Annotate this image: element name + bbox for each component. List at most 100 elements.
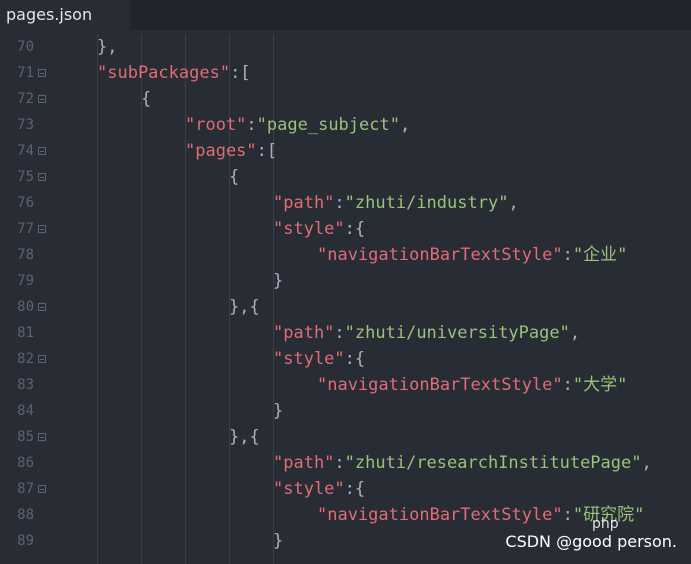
code-text: { bbox=[229, 164, 239, 190]
json-punctuation: } bbox=[273, 531, 284, 551]
json-punctuation: :{ bbox=[344, 219, 366, 239]
fold-toggle-icon[interactable] bbox=[38, 69, 46, 77]
line-number: 88 bbox=[17, 507, 34, 523]
line-number: 87 bbox=[17, 481, 34, 497]
code-line[interactable]: 79} bbox=[0, 268, 691, 294]
line-number: 86 bbox=[17, 455, 34, 471]
json-punctuation: } bbox=[273, 401, 284, 421]
php-watermark: php bbox=[592, 516, 619, 532]
json-punctuation: : bbox=[246, 115, 257, 135]
fold-toggle-icon[interactable] bbox=[38, 147, 46, 155]
line-number: 89 bbox=[17, 533, 34, 549]
json-punctuation: : bbox=[334, 453, 345, 473]
line-number: 74 bbox=[17, 143, 34, 159]
code-text: } bbox=[273, 528, 283, 554]
json-key: "style" bbox=[273, 479, 345, 499]
code-text: }, bbox=[97, 34, 117, 60]
code-text: } bbox=[273, 398, 283, 424]
json-key: "subPackages" bbox=[97, 63, 231, 83]
json-punctuation: },{ bbox=[229, 427, 260, 447]
code-text: },{ bbox=[229, 294, 260, 320]
code-text: "path":"zhuti/industry", bbox=[273, 190, 519, 216]
line-number: 85 bbox=[17, 429, 34, 445]
code-text: "root":"page_subject", bbox=[185, 112, 410, 138]
json-key: "style" bbox=[273, 219, 345, 239]
code-line[interactable]: 76 "path":"zhuti/industry", bbox=[0, 190, 691, 216]
tab-pages-json[interactable]: pages.json bbox=[0, 0, 130, 30]
code-text: "path":"zhuti/universityPage", bbox=[273, 320, 580, 346]
json-key: "path" bbox=[273, 323, 335, 343]
code-line[interactable]: 77 "style":{ bbox=[0, 216, 691, 242]
json-string: "page_subject" bbox=[256, 115, 400, 135]
line-number: 76 bbox=[17, 195, 34, 211]
json-punctuation: { bbox=[229, 167, 240, 187]
code-text: "navigationBarTextStyle":"大学" bbox=[317, 372, 627, 398]
line-number: 73 bbox=[17, 117, 34, 133]
line-number: 71 bbox=[17, 65, 34, 81]
line-number: 78 bbox=[17, 247, 34, 263]
line-number: 77 bbox=[17, 221, 34, 237]
json-punctuation: :{ bbox=[344, 349, 366, 369]
line-number: 70 bbox=[17, 39, 34, 55]
json-punctuation: } bbox=[273, 271, 284, 291]
json-punctuation: : bbox=[334, 193, 345, 213]
code-text: "style":{ bbox=[273, 346, 365, 372]
json-string: "zhuti/industry" bbox=[344, 193, 509, 213]
json-punctuation: :[ bbox=[230, 63, 251, 83]
json-string: "大学" bbox=[572, 375, 628, 395]
code-line[interactable]: 85 },{ bbox=[0, 424, 691, 450]
fold-toggle-icon[interactable] bbox=[38, 95, 46, 103]
line-number: 83 bbox=[17, 377, 34, 393]
code-text: "pages":[ bbox=[185, 138, 277, 164]
json-punctuation: , bbox=[399, 115, 411, 135]
code-line[interactable]: 82 "style":{ bbox=[0, 346, 691, 372]
code-line[interactable]: 78 "navigationBarTextStyle":"企业" bbox=[0, 242, 691, 268]
code-line[interactable]: 72 { bbox=[0, 86, 691, 112]
json-punctuation: }, bbox=[97, 37, 118, 57]
code-line[interactable]: 71 "subPackages":[ bbox=[0, 60, 691, 86]
code-editor[interactable]: 70}, 71 "subPackages":[72{73 "root":"page_s… bbox=[0, 34, 691, 564]
json-string: "企业" bbox=[572, 245, 628, 265]
line-number: 79 bbox=[17, 273, 34, 289]
code-line[interactable]: 74 "pages":[ bbox=[0, 138, 691, 164]
json-key: "pages" bbox=[185, 141, 257, 161]
fold-toggle-icon[interactable] bbox=[38, 355, 46, 363]
json-key: "navigationBarTextStyle" bbox=[317, 245, 563, 265]
code-text: "path":"zhuti/researchInstitutePage", bbox=[273, 450, 652, 476]
json-key: "path" bbox=[273, 193, 335, 213]
fold-toggle-icon[interactable] bbox=[38, 225, 46, 233]
fold-toggle-icon[interactable] bbox=[38, 303, 46, 311]
code-line[interactable]: 84} bbox=[0, 398, 691, 424]
json-punctuation: :[ bbox=[256, 141, 278, 161]
json-key: "root" bbox=[185, 115, 247, 135]
code-text: { bbox=[141, 86, 151, 112]
code-text: "style":{ bbox=[273, 216, 365, 242]
json-punctuation: : bbox=[562, 505, 573, 525]
line-number: 75 bbox=[17, 169, 34, 185]
code-text: "style":{ bbox=[273, 476, 365, 502]
code-line[interactable]: 73 "root":"page_subject", bbox=[0, 112, 691, 138]
code-line[interactable]: 86 "path":"zhuti/researchInstitutePage", bbox=[0, 450, 691, 476]
line-number: 84 bbox=[17, 403, 34, 419]
json-punctuation: , bbox=[641, 453, 652, 473]
json-punctuation: , bbox=[508, 193, 519, 213]
json-punctuation: { bbox=[141, 89, 152, 109]
code-text: },{ bbox=[229, 424, 260, 450]
fold-toggle-icon[interactable] bbox=[38, 485, 46, 493]
json-key: "style" bbox=[273, 349, 345, 369]
code-text: } bbox=[273, 268, 283, 294]
fold-toggle-icon[interactable] bbox=[38, 433, 46, 441]
code-line[interactable]: 75 { bbox=[0, 164, 691, 190]
code-line[interactable]: 83 "navigationBarTextStyle":"大学" bbox=[0, 372, 691, 398]
code-line[interactable]: 80},{ bbox=[0, 294, 691, 320]
json-punctuation: :{ bbox=[344, 479, 366, 499]
code-line[interactable]: 87 "style":{ bbox=[0, 476, 691, 502]
json-punctuation: , bbox=[569, 323, 581, 343]
code-line[interactable]: 88 "navigationBarTextStyle":"研究院" bbox=[0, 502, 691, 528]
fold-toggle-icon[interactable] bbox=[38, 173, 46, 181]
json-string: "zhuti/researchInstitutePage" bbox=[344, 453, 642, 473]
code-line[interactable]: 81 "path":"zhuti/universityPage", bbox=[0, 320, 691, 346]
json-string: "zhuti/universityPage" bbox=[344, 323, 570, 343]
code-line[interactable]: 70}, bbox=[0, 34, 691, 60]
code-text: "subPackages":[ bbox=[97, 60, 251, 86]
